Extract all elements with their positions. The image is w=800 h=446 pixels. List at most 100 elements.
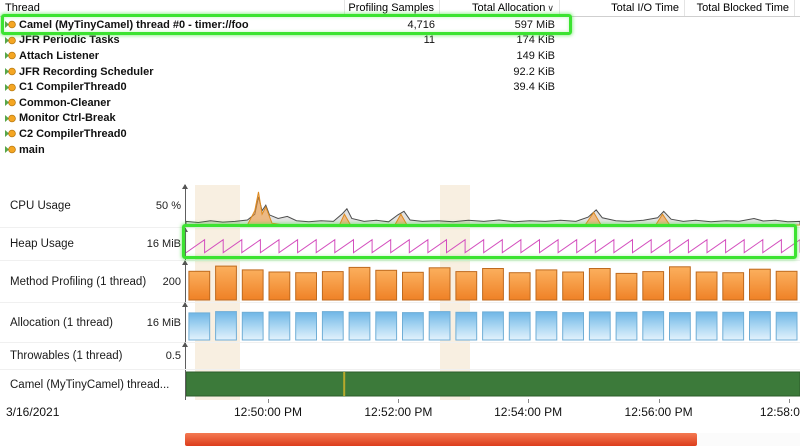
thread-name-cell: JFR Periodic Tasks [0, 33, 345, 49]
thread-name: Common-Cleaner [19, 97, 111, 109]
thread-row[interactable]: C2 CompilerThread0 [0, 126, 800, 142]
total-allocation-cell: 39.4 KiB [440, 79, 560, 95]
track-axis-value: 0.5 [166, 350, 185, 362]
total-allocation-cell [440, 142, 560, 158]
thread-icon [5, 19, 16, 30]
timeline-track[interactable]: CPU Usage 50 % [0, 185, 800, 228]
total-allocation-cell [440, 111, 560, 127]
thread-row[interactable]: C1 CompilerThread0 39.4 KiB [0, 79, 800, 95]
track-chart[interactable] [185, 185, 800, 227]
track-chart[interactable] [185, 370, 800, 400]
thread-name-cell: Camel (MyTinyCamel) thread #0 - timer://… [0, 17, 345, 33]
row-spacer [795, 142, 800, 158]
profiling-samples-cell [345, 126, 440, 142]
track-label-cell: Heap Usage 16 MiB [0, 228, 185, 260]
total-io-cell [560, 142, 685, 158]
thread-icon [5, 66, 16, 77]
profiling-samples-cell [345, 95, 440, 111]
column-header-profiling-samples[interactable]: Profiling Samples [345, 0, 440, 16]
thread-name: JFR Periodic Tasks [19, 34, 120, 46]
total-blocked-cell [685, 126, 795, 142]
total-io-cell [560, 17, 685, 33]
total-allocation-cell [440, 95, 560, 111]
track-chart[interactable] [185, 343, 800, 369]
total-allocation-cell [440, 126, 560, 142]
total-io-cell [560, 126, 685, 142]
total-blocked-cell [685, 48, 795, 64]
row-spacer [795, 64, 800, 80]
row-spacer [795, 95, 800, 111]
track-axis-value: 50 % [156, 200, 185, 212]
time-axis: 12:50:00 PM12:52:00 PM12:54:00 PM12:56:0… [185, 399, 800, 427]
profiling-samples-cell [345, 111, 440, 127]
thread-name: C2 CompilerThread0 [19, 128, 127, 140]
column-header-thread[interactable]: Thread [0, 0, 345, 16]
thread-row[interactable]: main [0, 142, 800, 158]
column-header-label: Total Allocation [472, 2, 545, 14]
thread-name-cell: main [0, 142, 345, 158]
time-tick-label: 12:54:00 PM [494, 405, 562, 419]
timeline-track[interactable]: Heap Usage 16 MiB [0, 228, 800, 261]
thread-row[interactable]: JFR Periodic Tasks 11 174 KiB [0, 33, 800, 49]
timeline-panel: CPU Usage 50 % Heap Usage 16 MiB Method … [0, 185, 800, 400]
time-tick-mark [528, 399, 529, 403]
thread-name-cell: Common-Cleaner [0, 95, 345, 111]
thread-name-cell: Attach Listener [0, 48, 345, 64]
row-spacer [795, 111, 800, 127]
timeline-track[interactable]: Throwables (1 thread) 0.5 [0, 343, 800, 370]
thread-row[interactable]: JFR Recording Scheduler 92.2 KiB [0, 64, 800, 80]
timeline-scrollbar-thumb[interactable] [185, 433, 697, 446]
thread-row[interactable]: Monitor Ctrl-Break [0, 111, 800, 127]
axis-arrow-icon [182, 260, 188, 265]
total-io-cell [560, 95, 685, 111]
timeline-track[interactable]: Allocation (1 thread) 16 MiB [0, 303, 800, 343]
thread-row[interactable]: Common-Cleaner [0, 95, 800, 111]
track-label: CPU Usage [10, 200, 71, 212]
total-blocked-cell [685, 142, 795, 158]
profiling-samples-cell [345, 48, 440, 64]
total-allocation-cell: 174 KiB [440, 33, 560, 49]
axis-arrow-icon [182, 184, 188, 189]
track-chart[interactable] [185, 303, 800, 342]
track-label-cell: CPU Usage 50 % [0, 185, 185, 227]
timeline-track[interactable]: Method Profiling (1 thread) 200 [0, 261, 800, 303]
thread-icon [5, 128, 16, 139]
timeline-scrollbar-track[interactable] [185, 433, 800, 446]
row-spacer [795, 79, 800, 95]
profiler-screen: Thread Profiling Samples Total Allocatio… [0, 0, 800, 446]
total-io-cell [560, 33, 685, 49]
timeline-track[interactable]: Camel (MyTinyCamel) thread... [0, 370, 800, 400]
time-tick-mark [789, 399, 790, 403]
track-label-cell: Camel (MyTinyCamel) thread... [0, 370, 185, 400]
profiling-samples-cell: 11 [345, 33, 440, 49]
profiling-samples-cell [345, 142, 440, 158]
column-header-total-blocked-time[interactable]: Total Blocked Time [685, 0, 795, 16]
track-axis-value: 200 [163, 276, 185, 288]
table-body: Camel (MyTinyCamel) thread #0 - timer://… [0, 17, 800, 157]
track-axis-value: 16 MiB [147, 317, 185, 329]
column-header-total-io-time[interactable]: Total I/O Time [560, 0, 685, 16]
total-allocation-cell: 149 KiB [440, 48, 560, 64]
thread-name-cell: C1 CompilerThread0 [0, 79, 345, 95]
thread-name: main [19, 144, 45, 156]
column-header-total-allocation[interactable]: Total Allocation ∨ [440, 0, 560, 16]
track-chart[interactable] [185, 228, 800, 260]
thread-icon [5, 144, 16, 155]
thread-icon [5, 35, 16, 46]
total-io-cell [560, 64, 685, 80]
thread-name: JFR Recording Scheduler [19, 66, 153, 78]
track-chart[interactable] [185, 261, 800, 302]
track-axis-value: 16 MiB [147, 238, 185, 250]
thread-row[interactable]: Camel (MyTinyCamel) thread #0 - timer://… [0, 17, 800, 33]
thread-name: Attach Listener [19, 50, 99, 62]
total-allocation-cell: 597 MiB [440, 17, 560, 33]
time-tick-label: 12:56:00 PM [625, 405, 693, 419]
thread-icon [5, 50, 16, 61]
total-io-cell [560, 79, 685, 95]
thread-row[interactable]: Attach Listener 149 KiB [0, 48, 800, 64]
track-label-cell: Allocation (1 thread) 16 MiB [0, 303, 185, 342]
total-io-cell [560, 111, 685, 127]
time-tick-mark [398, 399, 399, 403]
track-label: Method Profiling (1 thread) [10, 276, 146, 288]
total-blocked-cell [685, 79, 795, 95]
